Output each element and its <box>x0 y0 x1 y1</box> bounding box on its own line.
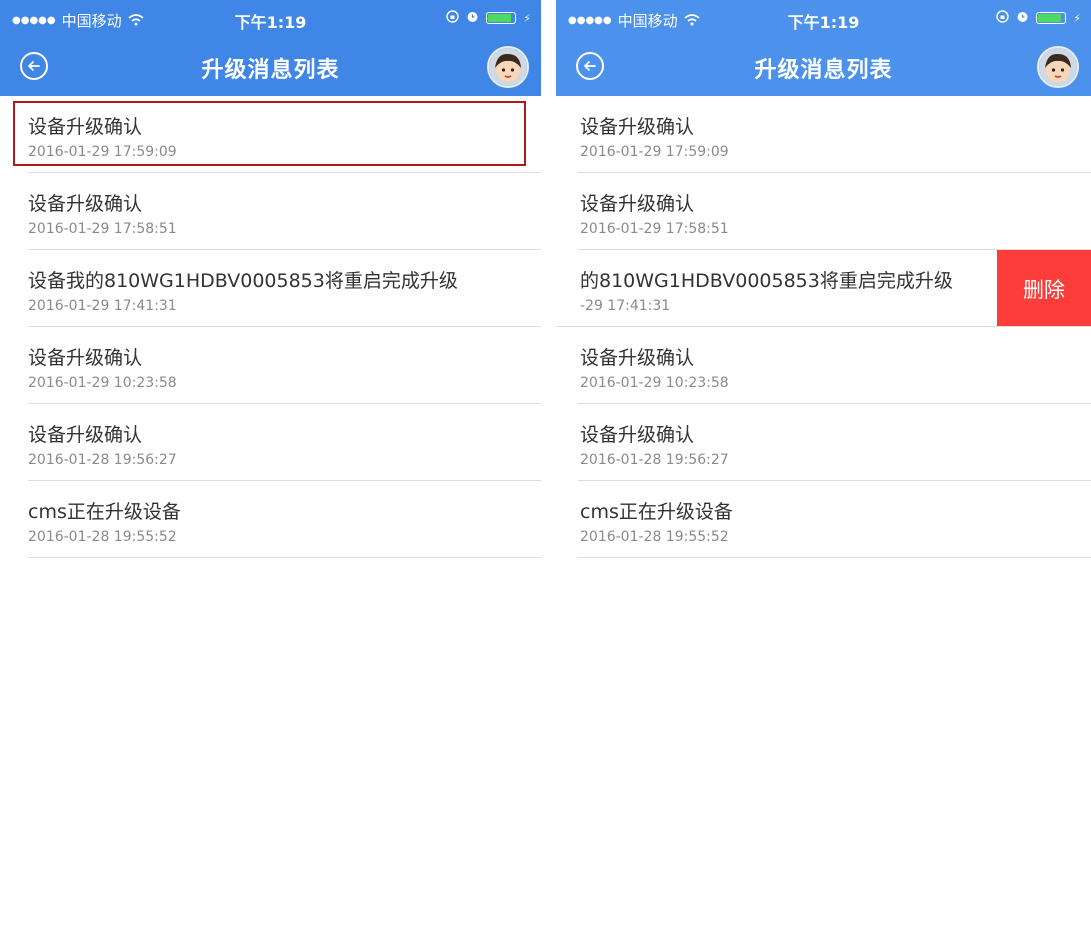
message-time: 2016-01-28 19:55:52 <box>28 529 177 545</box>
message-title: cms正在升级设备 <box>28 501 181 523</box>
battery-icon <box>486 12 517 24</box>
list-item[interactable]: 设备升级确认 2016-01-28 19:56:27 <box>556 404 1091 481</box>
battery-level <box>1038 14 1062 22</box>
message-time: 2016-01-29 17:59:09 <box>28 144 177 160</box>
screen-right: ●●●●● 中国移动 下午1:19 ⚡ 升级消息列表 设备升级确认 2016-0… <box>556 0 1091 952</box>
list-item[interactable]: 设备升级确认 2016-01-28 19:56:27 <box>0 404 541 481</box>
message-time: -29 17:41:31 <box>580 298 671 314</box>
message-time: 2016-01-29 17:58:51 <box>580 221 729 237</box>
delete-button[interactable]: 删除 <box>997 250 1091 327</box>
message-list: 设备升级确认 2016-01-29 17:59:09 设备升级确认 2016-0… <box>556 96 1091 558</box>
message-title: 设备我的810WG1HDBV0005853将重启完成升级 <box>28 270 458 292</box>
message-title: 设备升级确认 <box>28 193 143 215</box>
status-bar: ●●●●● 中国移动 下午1:19 ⚡ <box>556 0 1091 40</box>
list-item[interactable]: 设备升级确认 2016-01-29 10:23:58 <box>556 327 1091 404</box>
message-title: 设备升级确认 <box>580 116 695 138</box>
message-time: 2016-01-29 17:41:31 <box>28 298 177 314</box>
message-title: 设备升级确认 <box>580 347 695 369</box>
lock-rotation-icon <box>996 10 1009 26</box>
message-title: 的810WG1HDBV0005853将重启完成升级 <box>580 270 953 292</box>
message-list: 设备升级确认 2016-01-29 17:59:09 设备升级确认 2016-0… <box>0 96 541 558</box>
message-title: cms正在升级设备 <box>580 501 733 523</box>
screen-left: ●●●●● 中国移动 下午1:19 ⚡ 升级消息列表 设备升级确认 2016-0… <box>0 0 541 952</box>
page-title: 升级消息列表 <box>754 58 893 83</box>
page-title: 升级消息列表 <box>201 58 340 83</box>
list-item[interactable]: 设备升级确认 2016-01-29 10:23:58 <box>0 327 541 404</box>
message-time: 2016-01-29 10:23:58 <box>580 375 729 391</box>
status-bar: ●●●●● 中国移动 下午1:19 ⚡ <box>0 0 541 40</box>
nav-bar: 升级消息列表 <box>0 40 541 96</box>
list-item[interactable]: 设备升级确认 2016-01-29 17:59:09 <box>556 96 1091 173</box>
avatar-icon[interactable] <box>487 46 529 88</box>
message-time: 2016-01-29 10:23:58 <box>28 375 177 391</box>
message-title: 设备升级确认 <box>580 424 695 446</box>
message-title: 设备升级确认 <box>580 193 695 215</box>
charging-bolt-icon: ⚡ <box>1073 11 1081 25</box>
list-item[interactable]: cms正在升级设备 2016-01-28 19:55:52 <box>0 481 541 558</box>
message-title: 设备升级确认 <box>28 347 143 369</box>
list-item-swiped[interactable]: 的810WG1HDBV0005853将重启完成升级 -29 17:41:31 删… <box>556 250 1091 327</box>
message-time: 2016-01-28 19:56:27 <box>28 452 177 468</box>
list-item[interactable]: 设备升级确认 2016-01-29 17:58:51 <box>556 173 1091 250</box>
status-right: ⚡ <box>996 10 1081 26</box>
status-right: ⚡ <box>446 10 531 26</box>
battery-level <box>488 14 512 22</box>
message-title: 设备升级确认 <box>28 424 143 446</box>
lock-rotation-icon <box>446 10 459 26</box>
message-time: 2016-01-28 19:55:52 <box>580 529 729 545</box>
alarm-icon <box>466 10 479 26</box>
message-time: 2016-01-29 17:58:51 <box>28 221 177 237</box>
list-item[interactable]: 设备升级确认 2016-01-29 17:59:09 <box>0 96 541 173</box>
charging-bolt-icon: ⚡ <box>523 11 531 25</box>
nav-bar: 升级消息列表 <box>556 40 1091 96</box>
list-item[interactable]: 设备我的810WG1HDBV0005853将重启完成升级 2016-01-29 … <box>0 250 541 327</box>
avatar-icon[interactable] <box>1037 46 1079 88</box>
message-title: 设备升级确认 <box>28 116 143 138</box>
list-item[interactable]: 设备升级确认 2016-01-29 17:58:51 <box>0 173 541 250</box>
alarm-icon <box>1016 10 1029 26</box>
battery-icon <box>1036 12 1067 24</box>
message-time: 2016-01-29 17:59:09 <box>580 144 729 160</box>
message-time: 2016-01-28 19:56:27 <box>580 452 729 468</box>
list-item[interactable]: cms正在升级设备 2016-01-28 19:55:52 <box>556 481 1091 558</box>
